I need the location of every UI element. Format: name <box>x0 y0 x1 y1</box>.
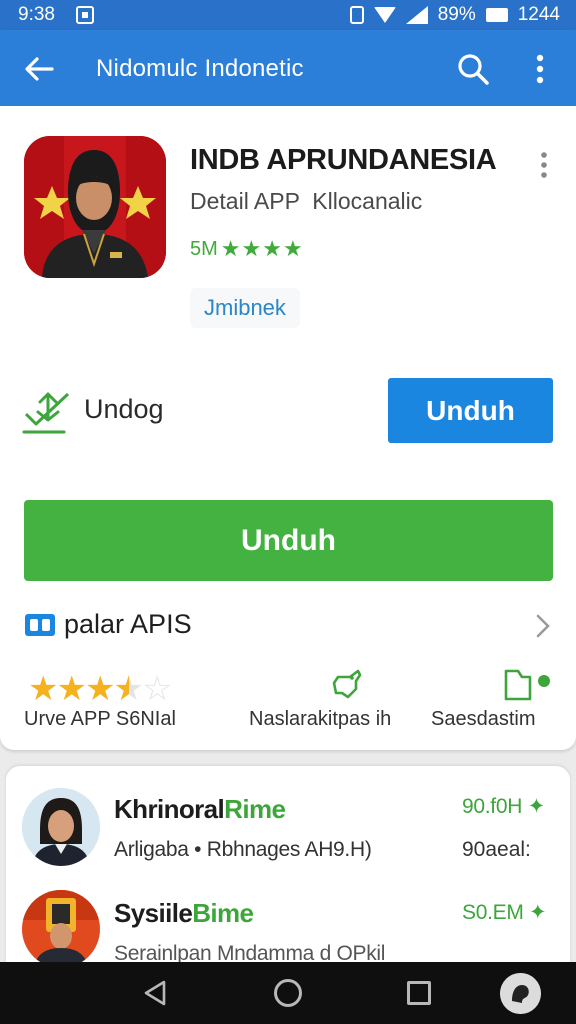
search-icon[interactable] <box>456 52 490 86</box>
info-row-label[interactable]: palar APIS <box>64 609 192 640</box>
review-score: S0.EM ✦ <box>462 901 547 924</box>
app-title: INDB APRUNDANESIA <box>190 144 497 176</box>
avatar[interactable] <box>22 890 100 968</box>
app-info-icon <box>25 614 55 636</box>
battery-icon <box>485 8 508 22</box>
nav-recents-icon[interactable] <box>407 981 431 1005</box>
app-bar: Nidomulc Indonetic <box>0 30 576 106</box>
chat-icon[interactable] <box>328 667 364 703</box>
avatar[interactable] <box>22 788 100 866</box>
rating-label: Urve APP S6NIal <box>24 708 176 730</box>
app-bar-title: Nidomulc Indonetic <box>96 55 304 82</box>
wifi-icon <box>373 7 396 23</box>
install-icon <box>22 392 70 434</box>
download-button[interactable]: Unduh <box>388 378 553 443</box>
review-score: 90.f0H ✦ <box>462 795 545 818</box>
nav-back-icon[interactable] <box>140 978 170 1008</box>
comments-label: Naslarakitpas ih <box>249 708 392 730</box>
app-details-card: INDB APRUNDANESIA Detail APP Kllocanalic… <box>0 106 576 750</box>
back-arrow-icon[interactable] <box>22 52 56 86</box>
install-label[interactable]: Undog <box>84 394 164 425</box>
review-sub: 90aeal: <box>462 838 531 861</box>
nav-home-icon[interactable] <box>274 979 302 1007</box>
rating-count: 5M <box>190 237 218 260</box>
review-meta: Arligaba • Rbhnages AH9.H) <box>114 838 372 861</box>
folder-add-icon[interactable] <box>502 667 552 703</box>
chevron-right-icon[interactable] <box>532 612 554 640</box>
more-vert-icon[interactable] <box>536 150 552 180</box>
star-rating-icons: ★★★★ <box>220 236 304 261</box>
rating-stars: ★★★★☆ <box>28 670 172 708</box>
battery-percent: 89% <box>437 4 476 25</box>
notification-icon <box>76 6 94 24</box>
status-bar: 9:38 89% 1244 <box>0 0 576 30</box>
status-icons: 89% 1244 <box>349 4 560 26</box>
app-icon[interactable] <box>24 136 166 278</box>
system-nav-bar <box>0 962 576 1024</box>
assistant-icon[interactable] <box>500 973 541 1014</box>
library-label: Saesdastim <box>431 708 536 730</box>
signal-icon <box>405 6 428 24</box>
app-rating: 5M ★★★★ <box>190 236 304 262</box>
download-wide-button[interactable]: Unduh <box>24 500 553 581</box>
status-time: 9:38 <box>18 4 55 25</box>
category-chip[interactable]: Jmibnek <box>190 288 300 328</box>
status-clock-right: 1244 <box>517 4 560 25</box>
reviewer-name: KhrinoralRime <box>114 794 286 824</box>
app-subtitle: Detail APP Kllocanalic <box>190 188 423 214</box>
more-vert-icon[interactable] <box>526 52 554 86</box>
reviewer-name: SysiileBime <box>114 898 254 928</box>
vibrate-icon <box>349 6 364 24</box>
